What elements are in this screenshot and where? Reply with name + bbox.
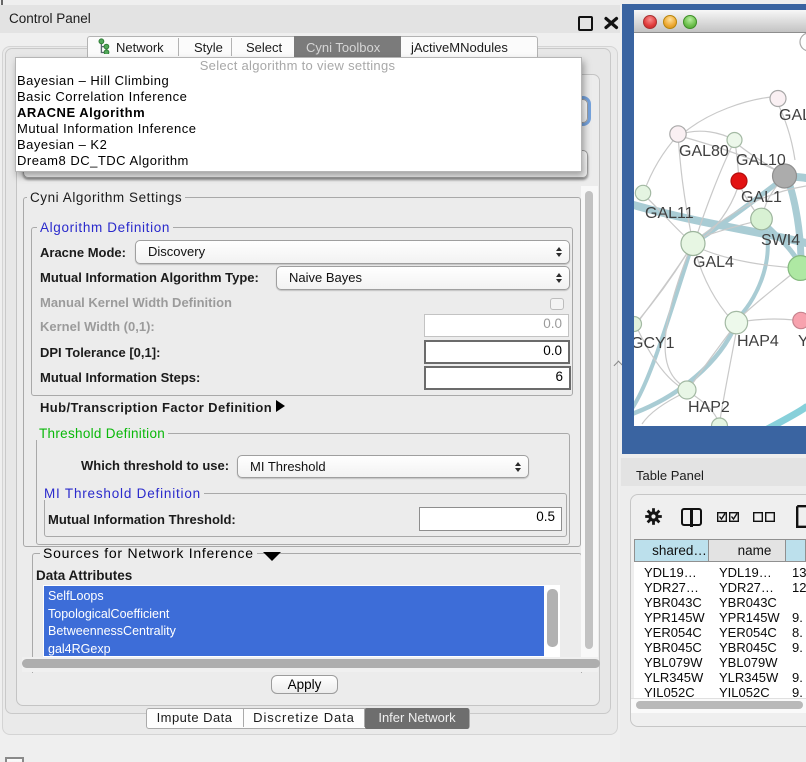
svg-text:GAL80: GAL80	[679, 143, 729, 160]
svg-text:GAL: GAL	[779, 107, 806, 124]
svg-text:Y: Y	[798, 333, 806, 350]
svg-text:HAP2: HAP2	[688, 399, 730, 416]
svg-text:GCY1: GCY1	[634, 335, 675, 352]
svg-text:GAL10: GAL10	[736, 152, 786, 169]
svg-text:HAP4: HAP4	[737, 333, 779, 350]
svg-text:SWI4: SWI4	[761, 232, 800, 249]
svg-text:GAL4: GAL4	[693, 254, 734, 271]
svg-text:GAL1: GAL1	[741, 189, 782, 206]
svg-text:GAL11: GAL11	[645, 205, 694, 222]
